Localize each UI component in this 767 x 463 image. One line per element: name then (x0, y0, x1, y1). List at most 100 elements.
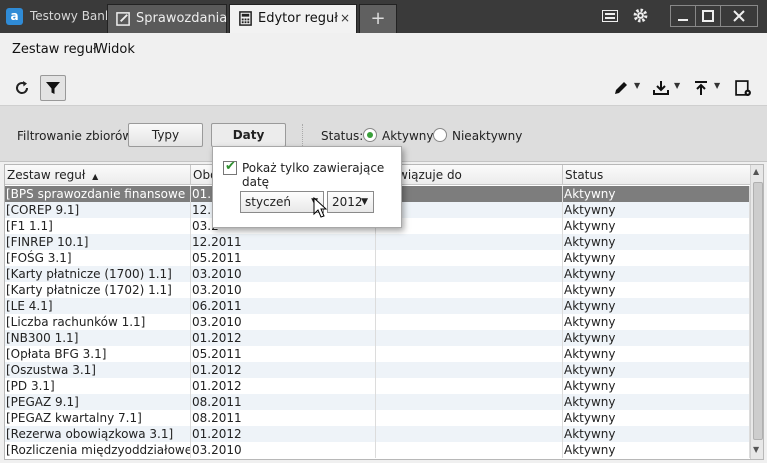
tab-label: Sprawozdania (136, 11, 228, 26)
table-cell-status: Aktywny (563, 298, 750, 314)
chevron-down-icon[interactable]: ▼ (674, 81, 680, 90)
table-cell-status: Aktywny (563, 410, 750, 426)
table-cell-status: Aktywny (563, 426, 750, 442)
close-tab-icon[interactable]: × (340, 5, 350, 32)
radio-active-label[interactable]: Aktywny (382, 129, 434, 143)
date-filter-popup: ✔ Pokaż tylko zawierające datę styczeń ▼… (212, 146, 402, 228)
column-header-status[interactable]: Status (563, 165, 750, 185)
status-label: Status: (321, 129, 364, 143)
download-icon[interactable] (648, 75, 674, 101)
radio-active[interactable] (363, 128, 377, 142)
vertical-scrollbar[interactable]: ▲ ▼ (750, 165, 763, 459)
table-cell-status: Aktywny (563, 250, 750, 266)
table-cell-to (376, 202, 563, 218)
table-row[interactable]: [Oszustwa 3.1] 01.2012 Aktywny (5, 362, 750, 378)
month-select-value: styczeń (245, 195, 291, 209)
main-window: Zestaw reguł Widok ▼ ▼ ▼ Filtrowanie zbi… (0, 33, 767, 463)
table-cell-from: 03.2010 (191, 442, 376, 458)
table-row[interactable]: [Liczba rachunków 1.1] 03.2010 Aktywny (5, 314, 750, 330)
table-row[interactable]: [Karty płatnicze (1702) 1.1] 03.2010 Aktyw… (5, 282, 750, 298)
table-cell-status: Aktywny (563, 218, 750, 234)
close-window-button[interactable] (720, 5, 758, 27)
table-row[interactable]: [FOŚG 3.1] 05.2011 Aktywny (5, 250, 750, 266)
mouse-cursor-icon (313, 197, 328, 218)
table-cell-status: Aktywny (563, 314, 750, 330)
filter-icon[interactable] (40, 75, 66, 101)
table-cell-name: [LE 4.1] (5, 298, 191, 314)
table-cell-to (376, 314, 563, 330)
table-row[interactable]: [Rozliczenia międzyoddziałowe 1...03.201… (5, 442, 750, 458)
column-header-name[interactable]: Zestaw reguł ▲ (5, 165, 191, 185)
table-cell-from: 03.2010 (191, 314, 376, 330)
table-row[interactable]: [LE 4.1] 06.2011 Aktywny (5, 298, 750, 314)
table-cell-name: [Opłata BFG 3.1] (5, 346, 191, 362)
table-cell-status: Aktywny (563, 186, 750, 202)
table-cell-name: [F1 1.1] (5, 218, 191, 234)
keyboard-icon[interactable] (598, 5, 622, 27)
table-cell-name: [FOŚG 3.1] (5, 250, 191, 266)
table-cell-name: [Karty płatnicze (1700) 1.1] (5, 266, 191, 282)
table-cell-to (376, 442, 563, 458)
column-header-to[interactable]: wiązuje do (376, 165, 563, 185)
gear-icon[interactable] (628, 5, 652, 27)
table-cell-name: [FINREP 10.1] (5, 234, 191, 250)
settings-page-icon[interactable] (730, 75, 756, 101)
tab-edytor-regul[interactable]: Edytor reguł × (229, 4, 357, 33)
table-cell-status: Aktywny (563, 394, 750, 410)
table-cell-name: [PEGAZ 9.1] (5, 394, 191, 410)
date-filter-checkbox[interactable]: ✔ (223, 159, 237, 175)
table-cell-to (376, 218, 563, 234)
table-cell-name: [COREP 9.1] (5, 202, 191, 218)
month-select[interactable]: styczeń ▼ (240, 191, 324, 213)
scroll-down-icon[interactable]: ▼ (753, 445, 759, 454)
table-row[interactable]: [PEGAZ kwartalny 7.1] 08.2011 Aktywny (5, 410, 750, 426)
table-cell-from: 01.2012 (191, 378, 376, 394)
scroll-up-icon[interactable]: ▲ (753, 167, 759, 176)
new-tab-button[interactable]: + (359, 4, 397, 33)
table-cell-from: 06.2011 (191, 298, 376, 314)
types-button[interactable]: Typy (128, 123, 203, 147)
table-row[interactable]: [Opłata BFG 3.1] 05.2011 Aktywny (5, 346, 750, 362)
menu-widok[interactable]: Widok (95, 42, 135, 57)
minimize-button[interactable] (670, 5, 696, 27)
table-cell-name: [PEGAZ kwartalny 7.1] (5, 410, 191, 426)
app-logo-icon: a (6, 8, 23, 25)
menu-zestaw-regul[interactable]: Zestaw reguł (12, 42, 97, 57)
table-cell-to (376, 346, 563, 362)
calculator-icon (239, 11, 252, 26)
pencil-icon[interactable] (608, 75, 634, 101)
table-cell-name: [BPS sprawozdanie finansowe 7.1] (5, 186, 191, 202)
divider (302, 124, 303, 148)
table-cell-to (376, 362, 563, 378)
table-cell-from: 05.2011 (191, 346, 376, 362)
table-row[interactable]: [FINREP 10.1] 12.2011 Aktywny (5, 234, 750, 250)
table-cell-status: Aktywny (563, 346, 750, 362)
refresh-icon[interactable] (9, 75, 35, 101)
chevron-down-icon[interactable]: ▼ (634, 81, 640, 90)
table-cell-name: [PD 3.1] (5, 378, 191, 394)
radio-inactive-label[interactable]: Nieaktywny (452, 129, 522, 143)
dates-button[interactable]: Daty (211, 123, 286, 147)
table-row[interactable]: [PEGAZ 9.1] 08.2011 Aktywny (5, 394, 750, 410)
chevron-down-icon: ▼ (361, 197, 368, 207)
table-row[interactable]: [Karty płatnicze (1700) 1.1] 03.2010 Aktyw… (5, 266, 750, 282)
radio-inactive[interactable] (433, 128, 447, 142)
year-select[interactable]: 2012 ▼ (327, 191, 374, 213)
table-cell-status: Aktywny (563, 442, 750, 458)
table-row[interactable]: [PD 3.1] 01.2012 Aktywny (5, 378, 750, 394)
edit-report-icon (116, 12, 130, 26)
table-row[interactable]: [Rezerwa obowiązkowa 3.1] 01.2012 Aktywny (5, 426, 750, 442)
table-cell-from: 05.2011 (191, 250, 376, 266)
chevron-down-icon[interactable]: ▼ (714, 81, 720, 90)
scrollbar-thumb[interactable] (753, 182, 763, 440)
table-row[interactable]: [NB300 1.1] 01.2012 Aktywny (5, 330, 750, 346)
table-cell-name: [Rezerwa obowiązkowa 3.1] (5, 426, 191, 442)
maximize-button[interactable] (695, 5, 721, 27)
table-cell-name: [Rozliczenia międzyoddziałowe 1... (6, 442, 191, 458)
table-cell-to (376, 330, 563, 346)
checkmark-icon: ✔ (225, 159, 236, 174)
tab-sprawozdania[interactable]: Sprawozdania (107, 4, 227, 33)
date-filter-checkbox-label[interactable]: Pokaż tylko zawierające datę (242, 161, 401, 189)
table-cell-to (376, 298, 563, 314)
upload-icon[interactable] (688, 75, 714, 101)
